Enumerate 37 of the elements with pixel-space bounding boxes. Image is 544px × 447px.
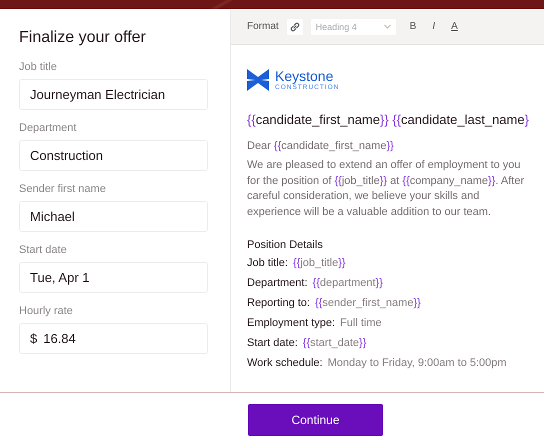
letter-paragraph: We are pleased to extend an offer of employment to you for the position of {{job_title}} at {{company_name}}. After careful consideration, we believe your skills and experience will be a valuable addition to our team.	[247, 158, 526, 220]
input-field[interactable]: Journeyman Electrician	[19, 79, 208, 110]
bold-button[interactable]: B	[408, 21, 418, 32]
greeting-text: Dear {{candidate_first_name}}	[247, 140, 395, 152]
detail-label: Job title:	[247, 257, 288, 271]
detail-label: Reporting to:	[247, 297, 310, 311]
format-label: Format	[247, 21, 279, 32]
text-color-button[interactable]: A	[449, 21, 460, 32]
detail-label: Employment type:	[247, 317, 336, 331]
detail-value: {{sender_first_name}}	[314, 297, 421, 311]
detail-label: Start date:	[247, 337, 298, 351]
input-field[interactable]: $ 16.84	[19, 323, 208, 354]
detail-value: Monday to Friday, 9:00am to 5:00pm	[328, 357, 507, 371]
section-heading: Position Details	[247, 239, 324, 251]
input-field[interactable]: Tue, Apr 1	[19, 262, 208, 293]
detail-value: {{department}}	[312, 277, 383, 291]
field-label: Sender first name	[19, 183, 107, 195]
detail-label: Department:	[247, 277, 308, 291]
continue-button[interactable]: Continue	[248, 404, 383, 436]
recipient-name: {{candidate_first_name}} {{candidate_last_name}	[247, 112, 530, 127]
input-field[interactable]: Michael	[19, 201, 208, 232]
field-label: Job title	[19, 61, 58, 73]
chevron-down-icon	[384, 24, 391, 29]
detail-value: {{start_date}}	[302, 337, 366, 351]
link-button[interactable]	[286, 18, 303, 34]
detail-value: {{job_title}}	[292, 257, 346, 271]
logo-mark-icon	[247, 69, 269, 91]
detail-value: Full time	[340, 317, 382, 331]
currency-prefix: $	[30, 331, 38, 346]
italic-button[interactable]: I	[430, 21, 438, 32]
detail-label: Work schedule:	[247, 357, 323, 371]
field-label: Department	[19, 122, 78, 134]
input-field[interactable]: Construction	[19, 140, 208, 171]
field-label: Start date	[19, 244, 68, 256]
link-icon	[288, 20, 301, 32]
field-label: Hourly rate	[19, 305, 74, 317]
form-title: Finalize your offer	[19, 29, 147, 47]
